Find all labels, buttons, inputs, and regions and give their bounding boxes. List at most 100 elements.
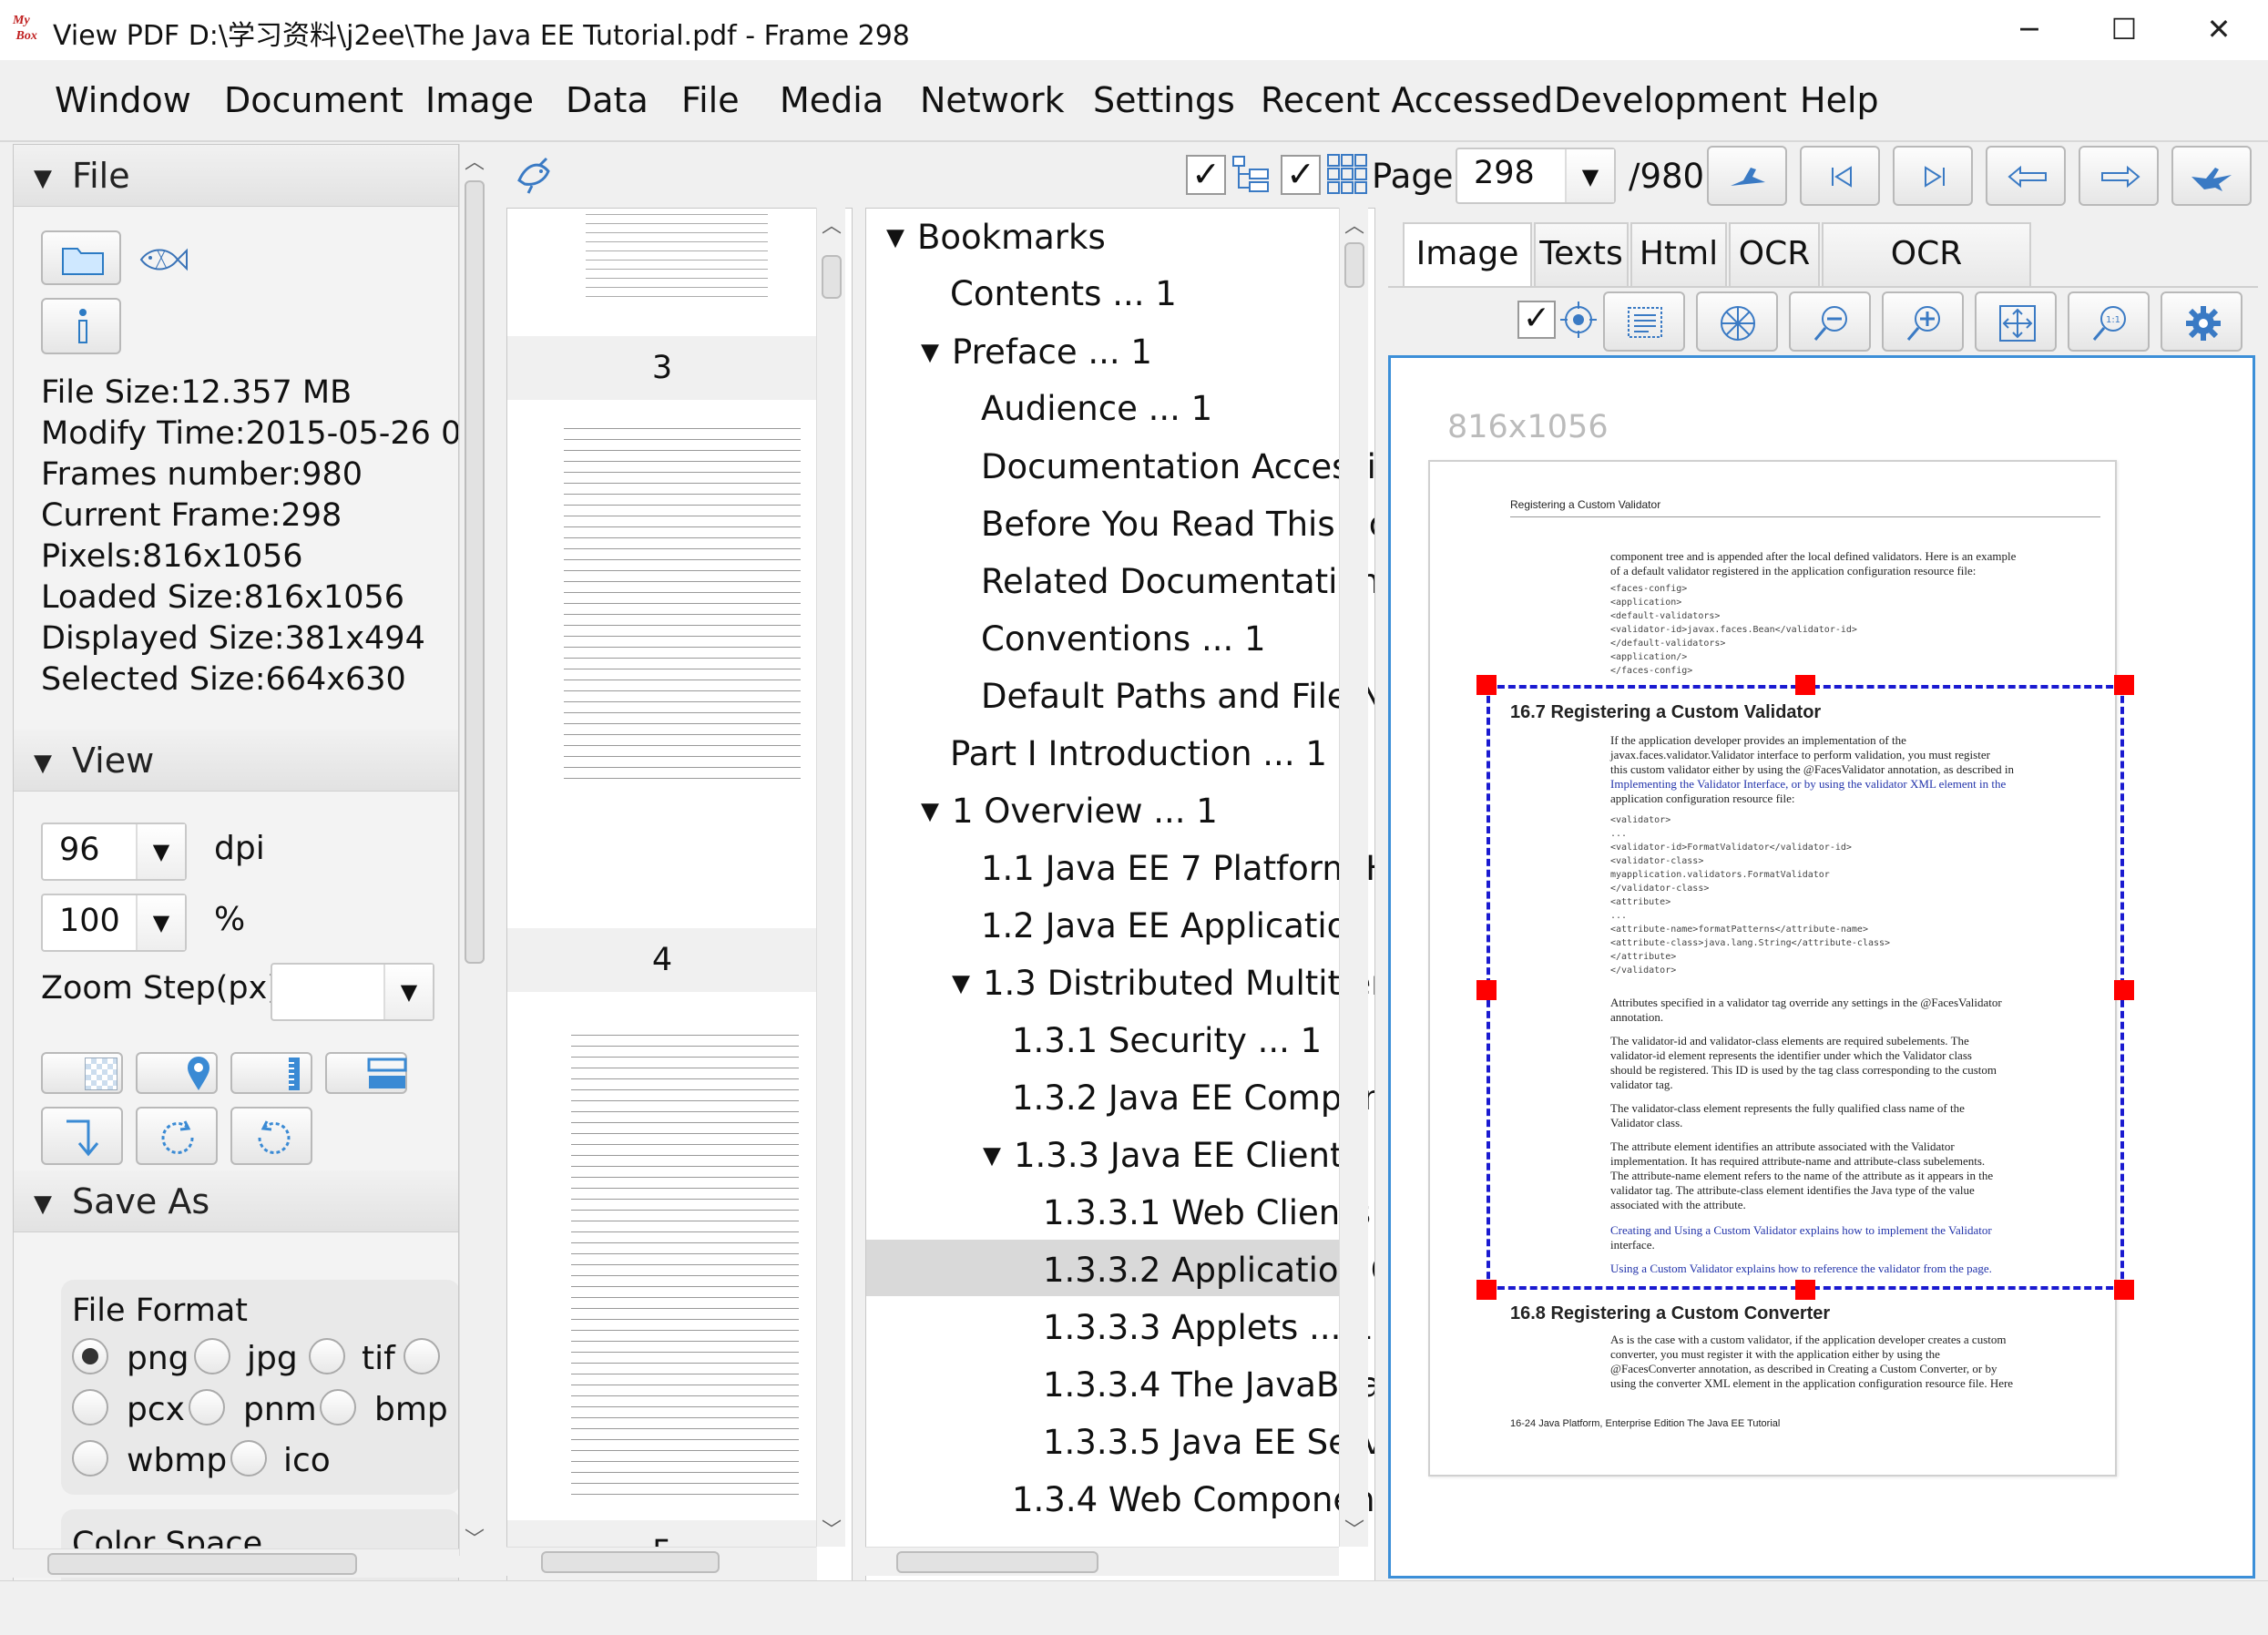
file-section-header[interactable]: ▼ File: [14, 145, 458, 207]
bookmarks-checkbox[interactable]: ✓: [1281, 155, 1321, 195]
thumbnails-hscroll[interactable]: [506, 1547, 816, 1576]
menu-media[interactable]: Media: [780, 80, 884, 120]
maximize-button[interactable]: ☐: [2077, 0, 2171, 60]
bookmark-item[interactable]: ▼ 1 Overview ... 1: [921, 792, 1218, 831]
zoom-in-button[interactable]: [1882, 291, 1964, 352]
bookmark-item[interactable]: 1.3.3.1 Web Clients .: [1043, 1193, 1374, 1232]
selection-handle-bottom-left[interactable]: [1476, 1280, 1497, 1300]
bookmark-item[interactable]: 1.3.3.5 Java EE Serve: [1043, 1423, 1374, 1462]
marker-button[interactable]: [325, 1052, 407, 1094]
selection-handle-left[interactable]: [1476, 980, 1497, 1000]
select-all-button[interactable]: [1603, 291, 1685, 352]
selection-handle-right[interactable]: [2114, 980, 2134, 1000]
rotate-down-button[interactable]: [41, 1107, 123, 1165]
rotate-right-button[interactable]: [136, 1107, 218, 1165]
bookmark-item[interactable]: Default Paths and File N: [981, 677, 1374, 716]
menu-image[interactable]: Image: [425, 80, 534, 120]
menu-file[interactable]: File: [681, 80, 740, 120]
ruler-button[interactable]: [230, 1052, 312, 1094]
bookmarks-hscroll[interactable]: [865, 1547, 1339, 1576]
previous-page-button[interactable]: [1986, 146, 2066, 206]
menu-help[interactable]: Help: [1800, 80, 1879, 120]
radio-tif[interactable]: [309, 1338, 345, 1374]
tab-ocr-options[interactable]: OCR Options: [1822, 222, 2031, 332]
minimize-button[interactable]: ─: [1982, 0, 2077, 60]
scroll-thumb[interactable]: [47, 1553, 357, 1575]
selection-handle-bottom[interactable]: [1795, 1280, 1815, 1300]
menu-window[interactable]: Window: [55, 80, 191, 120]
thumbnail-page-4[interactable]: [531, 992, 804, 1520]
tab-texts[interactable]: Texts: [1534, 222, 1629, 286]
selection-handle-bottom-right[interactable]: [2114, 1280, 2134, 1300]
radio-bmp[interactable]: [320, 1389, 356, 1426]
bookmark-item[interactable]: Before You Read This Bo: [981, 505, 1374, 544]
tab-html[interactable]: Html: [1630, 222, 1727, 286]
tab-image[interactable]: Image: [1403, 222, 1532, 286]
info-button[interactable]: [41, 298, 121, 354]
radio-png[interactable]: [72, 1338, 108, 1374]
pin-button[interactable]: [136, 1052, 218, 1094]
bookmark-item[interactable]: ▼ 1.3.3 Java EE Clients ...: [983, 1136, 1374, 1175]
scroll-down-icon[interactable]: ﹀: [1340, 1514, 1369, 1543]
last-page-button[interactable]: [1893, 146, 1973, 206]
tab-ocr[interactable]: OCR: [1729, 222, 1820, 286]
view-section-header[interactable]: ▼ View: [14, 730, 458, 792]
bookmark-item[interactable]: 1.3.3.4 The JavaBean: [1043, 1365, 1374, 1405]
selection-handle-top-right[interactable]: [2114, 675, 2134, 695]
pick-color-checkbox[interactable]: ✓: [1517, 301, 1556, 339]
bookmark-item[interactable]: 1.3.2 Java EE Compone: [1012, 1078, 1374, 1118]
left-panel-hscroll[interactable]: [13, 1548, 459, 1578]
left-panel-vscroll[interactable]: ︿ ﹀: [459, 144, 488, 1556]
bookmark-item[interactable]: 1.3.4 Web Component: [1012, 1480, 1374, 1519]
bookmark-item[interactable]: Part I Introduction ... 1: [950, 734, 1327, 773]
next-page-button[interactable]: [2079, 146, 2159, 206]
scroll-thumb[interactable]: [822, 255, 842, 299]
bird-logo-icon[interactable]: [514, 153, 556, 195]
scroll-thumb[interactable]: [465, 180, 485, 964]
bookmark-item[interactable]: Contents ... 1: [950, 274, 1177, 313]
menu-document[interactable]: Document: [224, 80, 404, 120]
bookmark-item[interactable]: ▼ Preface ... 1: [921, 332, 1152, 372]
checkerboard-button[interactable]: [41, 1052, 123, 1094]
menu-settings[interactable]: Settings: [1093, 80, 1235, 120]
paint-palette-button[interactable]: [1696, 291, 1778, 352]
bookmark-item[interactable]: Audience ... 1: [981, 389, 1212, 428]
radio-pcx[interactable]: [72, 1389, 108, 1426]
bookmark-item[interactable]: ▼ 1.3 Distributed Multitiere: [952, 964, 1374, 1003]
thumbnail-page-3[interactable]: [531, 400, 804, 792]
menu-network[interactable]: Network: [920, 80, 1065, 120]
thumbnails-vscroll[interactable]: ︿ ﹀: [816, 208, 845, 1547]
save-as-section-header[interactable]: ▼ Save As: [14, 1170, 458, 1232]
thumbnails-checkbox[interactable]: ✓: [1186, 155, 1226, 195]
radio-pnm[interactable]: [189, 1389, 225, 1426]
menu-recent-accessed[interactable]: Recent Accessed: [1261, 80, 1553, 120]
bird-fly-button[interactable]: [2171, 146, 2252, 206]
scroll-up-icon[interactable]: ︿: [460, 146, 489, 175]
close-button[interactable]: ✕: [2171, 0, 2266, 60]
scroll-up-icon[interactable]: ︿: [1340, 209, 1369, 239]
radio-ico[interactable]: [230, 1440, 267, 1477]
radio-jpg[interactable]: [194, 1338, 230, 1374]
scroll-down-icon[interactable]: ﹀: [817, 1514, 846, 1543]
selection-rectangle[interactable]: [1486, 685, 2124, 1290]
first-page-button[interactable]: [1800, 146, 1880, 206]
settings-button[interactable]: [2161, 291, 2242, 352]
bird-action-button[interactable]: [1707, 146, 1787, 206]
percent-select[interactable]: 100 ▼: [41, 894, 187, 952]
bookmark-item[interactable]: Conventions ... 1: [981, 619, 1266, 659]
fit-window-button[interactable]: [1975, 291, 2057, 352]
scroll-thumb[interactable]: [541, 1551, 720, 1573]
scroll-up-icon[interactable]: ︿: [817, 209, 846, 239]
bookmark-item[interactable]: Related Documentation: [981, 562, 1374, 601]
menu-data[interactable]: Data: [566, 80, 649, 120]
page-number-select[interactable]: 298 ▼: [1456, 148, 1616, 204]
bookmark-item[interactable]: 1.1 Java EE 7 Platform H: [981, 849, 1374, 888]
selection-handle-top-left[interactable]: [1476, 675, 1497, 695]
dpi-select[interactable]: 96 ▼: [41, 823, 187, 881]
menu-development[interactable]: Development: [1554, 80, 1787, 120]
thumbnail-page-2[interactable]: [531, 209, 804, 336]
scroll-down-icon[interactable]: ﹀: [460, 1523, 489, 1552]
actual-size-button[interactable]: 1:1: [2068, 291, 2150, 352]
rotate-left-button[interactable]: [230, 1107, 312, 1165]
bookmark-item[interactable]: 1.3.3.3 Applets ... 1: [1043, 1308, 1374, 1347]
